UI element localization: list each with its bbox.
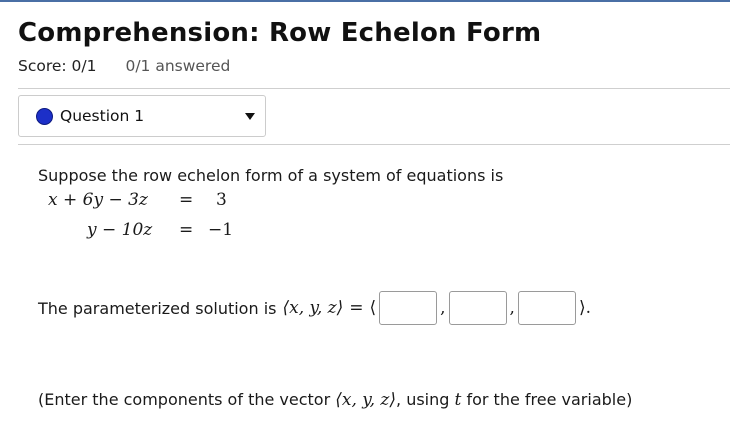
note-prefix: (Enter the components of the vector: [38, 390, 331, 409]
note-suffix: for the free variable): [466, 390, 633, 409]
param-vector: ⟨x, y, z⟩: [282, 298, 344, 318]
equation-2-rhs: −1: [208, 220, 234, 240]
note-middle: , using: [396, 390, 450, 409]
top-accent-bar: [0, 0, 730, 2]
question-select-label: Question 1: [60, 107, 145, 125]
param-equals: =: [349, 298, 364, 318]
score-row: Score: 0/1 0/1 answered: [18, 57, 254, 75]
z-component-input[interactable]: [517, 291, 576, 325]
answered-count: 0/1 answered: [125, 57, 231, 75]
problem-intro: Suppose the row echelon form of a system…: [38, 166, 504, 185]
equation-1-equals: =: [179, 190, 194, 210]
y-component-input[interactable]: [448, 291, 507, 325]
question-status-dot-icon: [36, 108, 53, 125]
x-component-input[interactable]: [379, 291, 438, 325]
close-angle-bracket: ⟩.: [578, 298, 591, 318]
comma-separator: ,: [440, 298, 446, 318]
note-vector: ⟨x, y, z⟩: [335, 390, 397, 410]
score-text: Score: 0/1: [18, 57, 97, 75]
equation-1-rhs: 3: [216, 190, 227, 210]
caret-down-icon: [245, 113, 255, 120]
note-variable: t: [454, 390, 462, 410]
open-angle-bracket: ⟨: [369, 298, 377, 318]
instruction-note: (Enter the components of the vector ⟨x, …: [38, 390, 632, 410]
equation-2-lhs: y − 10z: [87, 220, 153, 240]
parameterized-solution-line: The parameterized solution is ⟨x, y, z⟩ …: [38, 291, 591, 325]
divider: [18, 88, 730, 89]
page-title: Comprehension: Row Echelon Form: [18, 18, 542, 48]
equation-1-lhs: x + 6y − 3z: [48, 190, 148, 210]
question-select[interactable]: Question 1: [18, 95, 266, 137]
comma-separator: ,: [509, 298, 515, 318]
param-prefix: The parameterized solution is: [38, 298, 277, 318]
divider: [18, 144, 730, 145]
equation-2-equals: =: [179, 220, 194, 240]
